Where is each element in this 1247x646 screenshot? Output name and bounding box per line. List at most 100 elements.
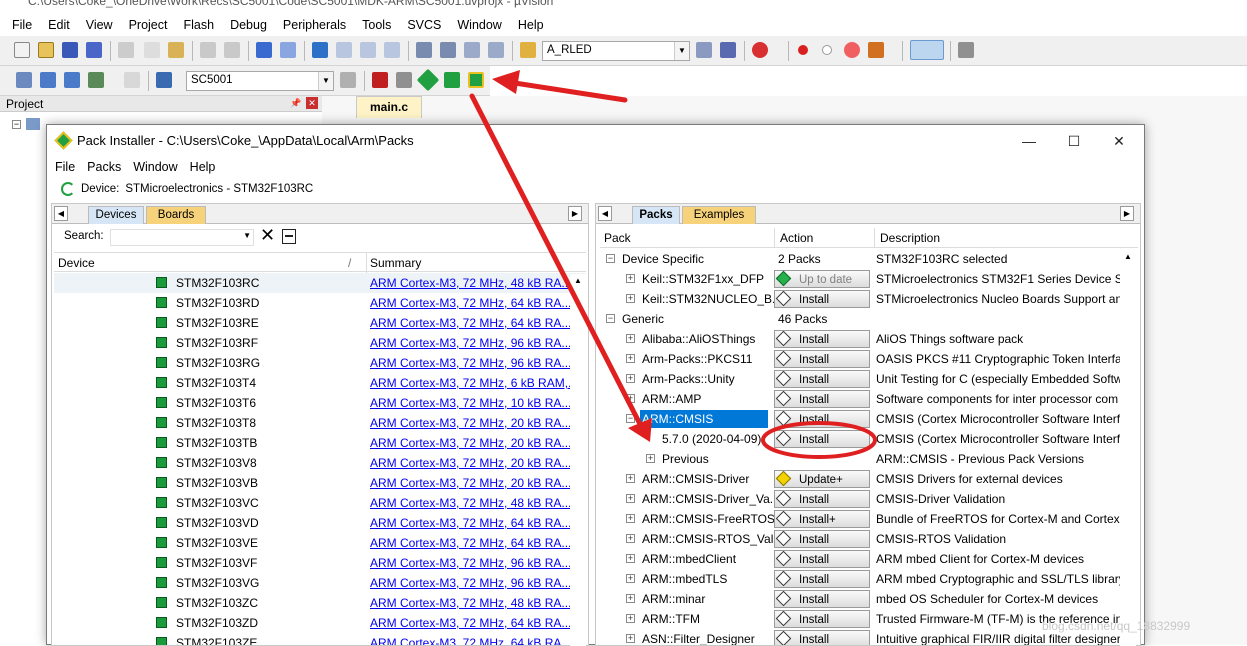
pack-row[interactable]: − ARM::CMSIS Install CMSIS (Cortex Microcon… <box>600 409 1120 429</box>
scroll-right-icon[interactable]: ▶ <box>568 206 582 221</box>
refresh-icon[interactable] <box>61 182 75 196</box>
device-summary-link[interactable]: ARM Cortex-M3, 72 MHz, 64 kB RA... <box>370 536 571 550</box>
menu-window[interactable]: Window <box>449 18 509 32</box>
col-action[interactable]: Action <box>780 231 813 245</box>
tree-expander[interactable]: − <box>626 414 635 423</box>
device-summary-link[interactable]: ARM Cortex-M3, 72 MHz, 20 kB RA... <box>370 476 571 490</box>
window-layout-icon[interactable] <box>910 40 944 60</box>
device-summary-link[interactable]: ARM Cortex-M3, 72 MHz, 96 kB RA... <box>370 556 571 570</box>
pack-action-button[interactable]: Install <box>774 590 870 608</box>
tree-expander[interactable]: − <box>606 314 615 323</box>
nav-forward-icon[interactable] <box>280 42 296 58</box>
manage-project-items-icon[interactable] <box>372 72 388 88</box>
pi-menu-file[interactable]: File <box>49 160 81 174</box>
device-summary-link[interactable]: ARM Cortex-M3, 72 MHz, 64 kB RA... <box>370 316 571 330</box>
device-summary-link[interactable]: ARM Cortex-M3, 72 MHz, 64 kB RA... <box>370 516 571 530</box>
tree-expander[interactable]: + <box>626 554 635 563</box>
sort-icon[interactable]: / <box>348 256 351 270</box>
col-pack[interactable]: Pack <box>604 231 631 245</box>
download-icon[interactable] <box>156 72 172 88</box>
tree-expander[interactable]: + <box>626 514 635 523</box>
disable-breakpoint-icon[interactable] <box>822 45 832 55</box>
device-summary-link[interactable]: ARM Cortex-M3, 72 MHz, 6 kB RAM,... <box>370 376 578 390</box>
tree-expander[interactable]: + <box>626 574 635 583</box>
device-summary-link[interactable]: ARM Cortex-M3, 72 MHz, 96 kB RA... <box>370 336 571 350</box>
search-combo[interactable]: A_RLED ▼ <box>542 41 690 61</box>
tree-expander[interactable]: − <box>606 254 615 263</box>
tree-expander[interactable]: + <box>626 534 635 543</box>
device-summary-link[interactable]: ARM Cortex-M3, 72 MHz, 20 kB RA... <box>370 456 571 470</box>
pack-row[interactable]: + Previous ARM::CMSIS - Previous Pack Vers… <box>600 449 1120 469</box>
col-device[interactable]: Device <box>58 256 95 270</box>
debug-session-icon[interactable] <box>752 42 768 58</box>
pack-action-button[interactable]: Install <box>774 530 870 548</box>
pack-action-button[interactable]: Install <box>774 410 870 428</box>
tree-expander[interactable]: + <box>626 354 635 363</box>
device-row[interactable]: STM32F103RF ARM Cortex-M3, 72 MHz, 96 kB … <box>54 333 586 353</box>
close-icon[interactable]: ✕ <box>1097 129 1141 153</box>
device-summary-link[interactable]: ARM Cortex-M3, 72 MHz, 64 kB RA... <box>370 636 571 645</box>
pack-row[interactable]: + Alibaba::AliOSThings Install AliOS Things… <box>600 329 1120 349</box>
device-row[interactable]: STM32F103RD ARM Cortex-M3, 72 MHz, 64 kB … <box>54 293 586 313</box>
save-icon[interactable] <box>62 42 78 58</box>
pack-row[interactable]: + ARM::CMSIS-Driver Update+ CMSIS Drivers f… <box>600 469 1120 489</box>
pack-row[interactable]: + ARM::mbedTLS Install ARM mbed Cryptograph… <box>600 569 1120 589</box>
scroll-left-icon[interactable]: ◀ <box>54 206 68 221</box>
pack-action-button[interactable]: Install <box>774 390 870 408</box>
menu-peripherals[interactable]: Peripherals <box>275 18 354 32</box>
bookmark-icon[interactable] <box>312 42 328 58</box>
rebuild-icon[interactable] <box>64 72 80 88</box>
kill-breakpoints-icon[interactable] <box>844 42 860 58</box>
pin-icon[interactable]: 📌 <box>290 98 301 108</box>
device-row[interactable]: STM32F103RG ARM Cortex-M3, 72 MHz, 96 kB … <box>54 353 586 373</box>
cut-icon[interactable] <box>118 42 134 58</box>
pack-action-button[interactable]: Up to date <box>774 270 870 288</box>
device-row[interactable]: STM32F103VF ARM Cortex-M3, 72 MHz, 96 kB … <box>54 553 586 573</box>
collapse-all-icon[interactable] <box>282 229 296 244</box>
tree-expander[interactable]: + <box>626 334 635 343</box>
stop-build-icon[interactable] <box>124 72 140 88</box>
device-row[interactable]: STM32F103V8 ARM Cortex-M3, 72 MHz, 20 kB … <box>54 453 586 473</box>
configure-icon[interactable] <box>958 42 974 58</box>
indent-icon[interactable] <box>416 42 432 58</box>
device-summary-link[interactable]: ARM Cortex-M3, 72 MHz, 48 kB RA... <box>370 496 571 510</box>
undo-icon[interactable] <box>200 42 216 58</box>
next-bookmark-icon[interactable] <box>360 42 376 58</box>
menu-debug[interactable]: Debug <box>222 18 275 32</box>
pack-row[interactable]: + ARM::CMSIS-Driver_Va... Install CMSIS-Dri… <box>600 489 1120 509</box>
pack-action-button[interactable]: Install+ <box>774 510 870 528</box>
pi-menu-packs[interactable]: Packs <box>81 160 127 174</box>
new-file-icon[interactable] <box>14 42 30 58</box>
device-row[interactable]: STM32F103VG ARM Cortex-M3, 72 MHz, 96 kB … <box>54 573 586 593</box>
pack-row[interactable]: − Device Specific 2 Packs STM32F103RC selec… <box>600 249 1120 269</box>
batch-build-icon[interactable] <box>88 72 104 88</box>
device-row[interactable]: STM32F103TB ARM Cortex-M3, 72 MHz, 20 kB … <box>54 433 586 453</box>
device-summary-link[interactable]: ARM Cortex-M3, 72 MHz, 64 kB RA... <box>370 616 571 630</box>
pack-row[interactable]: + Keil::STM32F1xx_DFP Up to date STMicroele… <box>600 269 1120 289</box>
tree-expander[interactable]: + <box>626 374 635 383</box>
pack-action-button[interactable]: Install <box>774 290 870 308</box>
device-summary-link[interactable]: ARM Cortex-M3, 72 MHz, 20 kB RA... <box>370 416 571 430</box>
clear-search-icon[interactable]: ✕ <box>260 226 275 244</box>
device-row[interactable]: STM32F103T4 ARM Cortex-M3, 72 MHz, 6 kB R… <box>54 373 586 393</box>
device-row[interactable]: STM32F103T8 ARM Cortex-M3, 72 MHz, 20 kB … <box>54 413 586 433</box>
pack-row[interactable]: + Arm-Packs::PKCS11 Install OASIS PKCS #11 … <box>600 349 1120 369</box>
open-folder-icon[interactable] <box>38 42 54 58</box>
device-summary-link[interactable]: ARM Cortex-M3, 72 MHz, 10 kB RA... <box>370 396 571 410</box>
pi-menu-help[interactable]: Help <box>184 160 222 174</box>
pack-action-button[interactable]: Install <box>774 350 870 368</box>
device-row[interactable]: STM32F103RE ARM Cortex-M3, 72 MHz, 64 kB … <box>54 313 586 333</box>
uncomment-icon[interactable] <box>488 42 504 58</box>
device-row[interactable]: STM32F103ZC ARM Cortex-M3, 72 MHz, 48 kB … <box>54 593 586 613</box>
menu-edit[interactable]: Edit <box>40 18 78 32</box>
tree-expander[interactable]: + <box>626 394 635 403</box>
device-summary-link[interactable]: ARM Cortex-M3, 72 MHz, 20 kB RA... <box>370 436 571 450</box>
incremental-find-icon[interactable] <box>720 42 736 58</box>
select-packs-icon[interactable] <box>416 68 440 92</box>
menu-view[interactable]: View <box>78 18 121 32</box>
packs-scrollbar[interactable]: ▲ <box>1120 250 1136 646</box>
device-summary-link[interactable]: ARM Cortex-M3, 72 MHz, 48 kB RA... <box>370 276 571 290</box>
device-row[interactable]: STM32F103VB ARM Cortex-M3, 72 MHz, 20 kB … <box>54 473 586 493</box>
build-icon[interactable] <box>40 72 56 88</box>
pack-action-button[interactable]: Update+ <box>774 470 870 488</box>
